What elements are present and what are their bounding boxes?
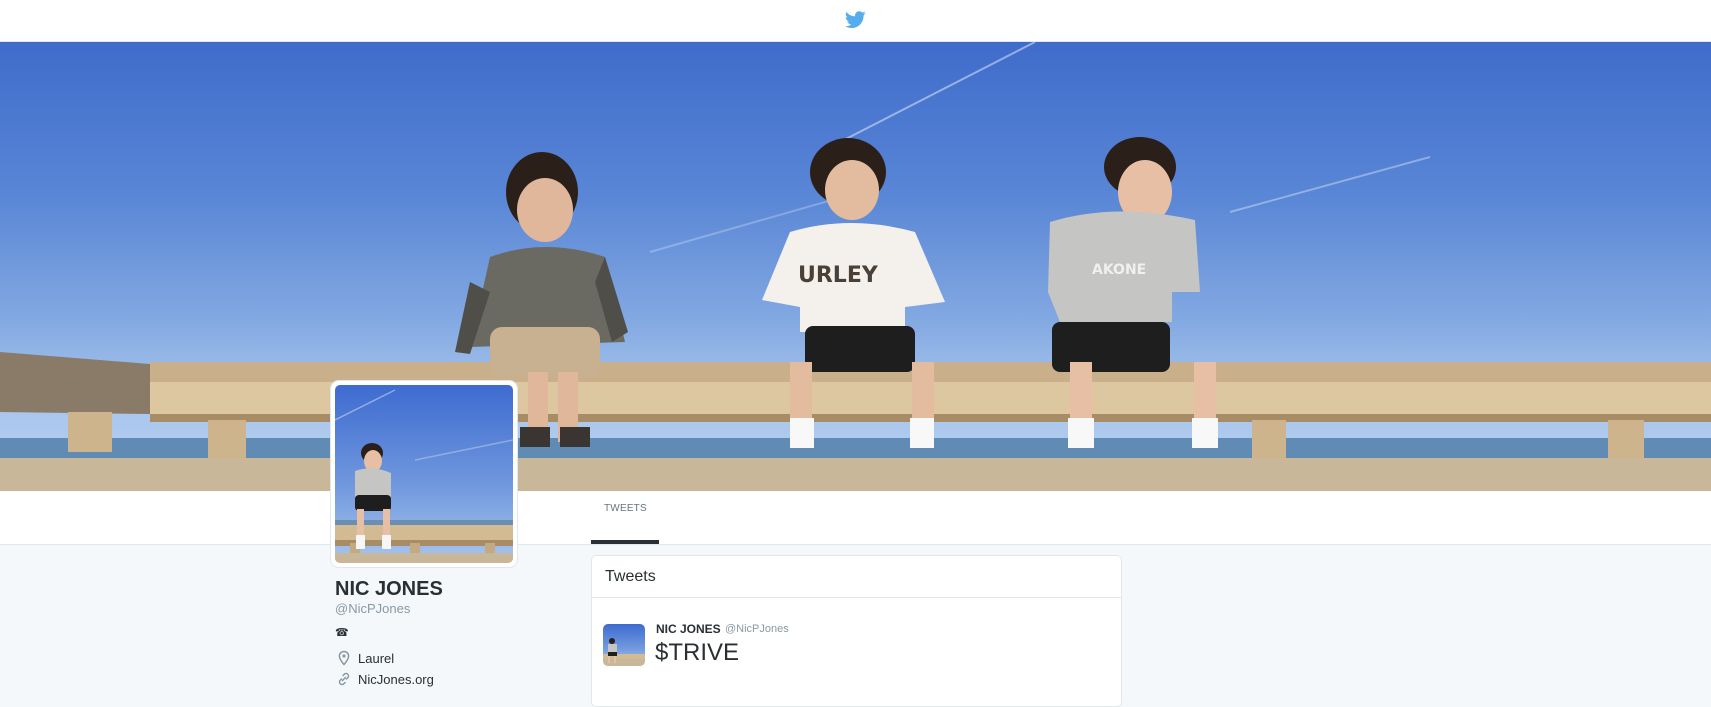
map-pin-icon — [338, 650, 350, 666]
profile-nav: TWEETS — [0, 491, 1711, 545]
tweet-author-name[interactable]: NIC JONES — [656, 622, 721, 636]
top-bar — [0, 0, 1711, 42]
profile-website[interactable]: NicJones.org — [336, 671, 434, 687]
avatar-image — [335, 385, 513, 563]
profile-name[interactable]: NIC JONES — [335, 578, 443, 601]
location-text: Laurel — [358, 650, 395, 666]
website-link[interactable]: NicJones.org — [358, 672, 434, 687]
tweet-avatar[interactable] — [603, 624, 645, 666]
twitter-bird-icon[interactable] — [845, 11, 866, 29]
svg-text:URLEY: URLEY — [798, 263, 879, 288]
tab-tweets-label: TWEETS — [604, 503, 647, 514]
timeline-heading: Tweets — [592, 556, 1121, 598]
tweet-text: $TRIVE — [655, 639, 740, 666]
tab-tweets[interactable]: TWEETS — [591, 491, 659, 544]
profile-location: Laurel — [336, 650, 394, 666]
profile-handle[interactable]: @NicPJones — [335, 601, 410, 616]
telephone-icon: ☎ — [335, 627, 349, 639]
profile-banner: URLEY AKONE — [0, 42, 1711, 491]
banner-image: URLEY AKONE — [0, 42, 1711, 491]
link-icon — [338, 672, 350, 686]
tweet-author-handle[interactable]: @NicPJones — [725, 623, 789, 635]
profile-avatar[interactable] — [331, 381, 517, 567]
svg-text:AKONE: AKONE — [1092, 262, 1146, 278]
tweets-timeline: Tweets NIC JONES @NicPJones $TRIVE — [591, 555, 1122, 707]
